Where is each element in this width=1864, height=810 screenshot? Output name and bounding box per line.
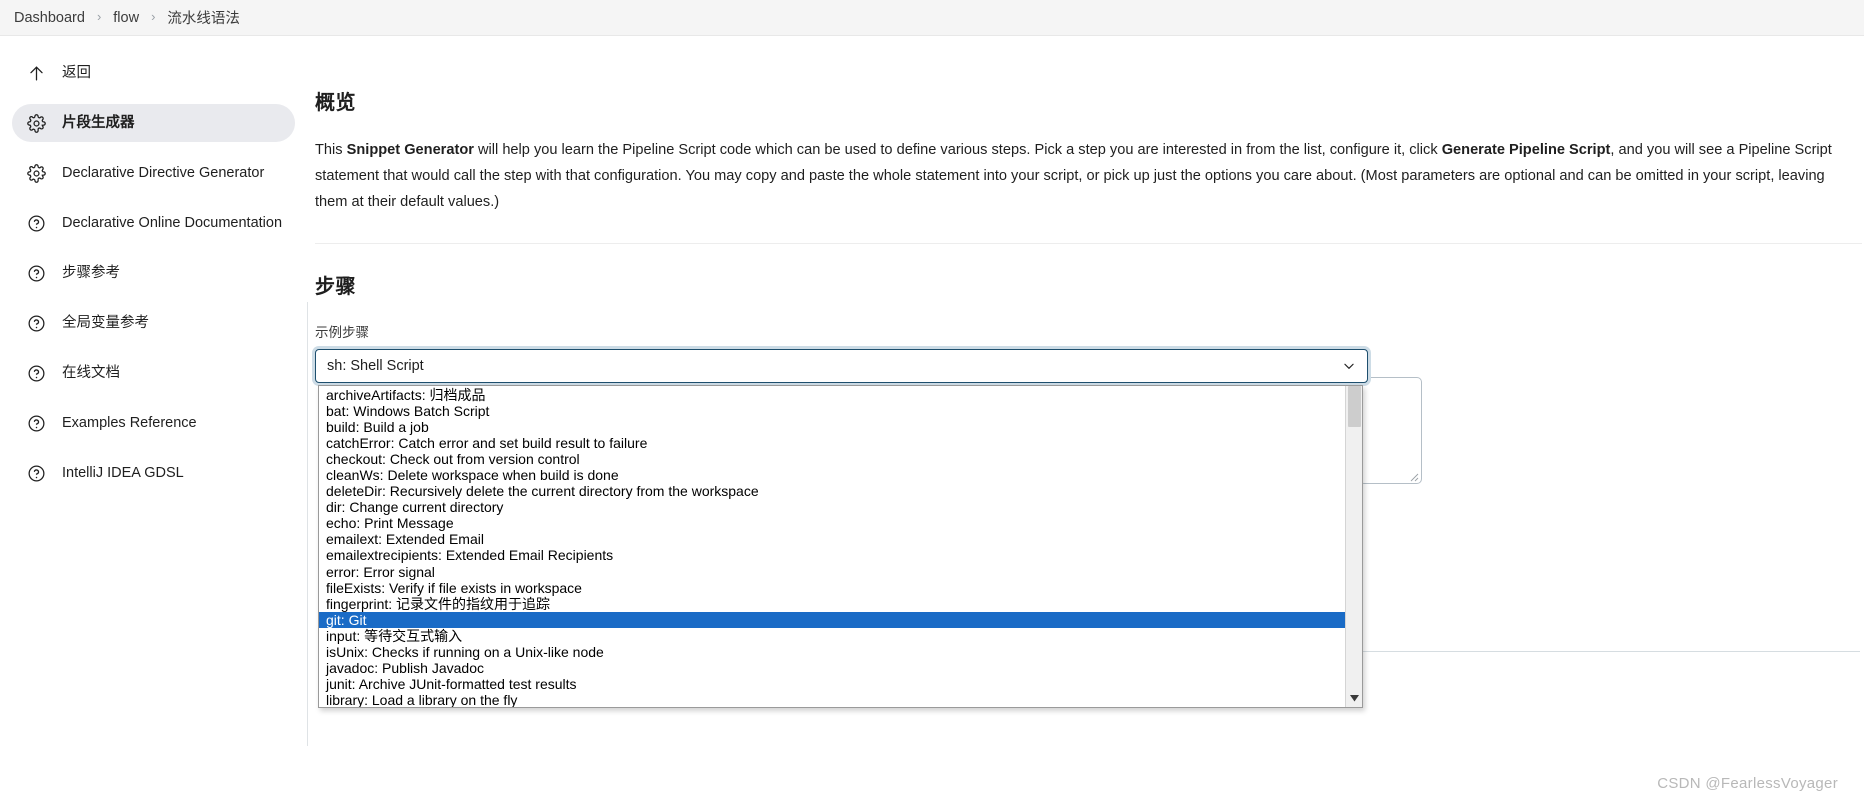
sample-step-select-wrapper: sh: Shell Script archiveArtifacts: 归档成品 … bbox=[315, 349, 1368, 708]
sidebar-item-label: 全局变量参考 bbox=[62, 314, 149, 331]
resize-handle-icon bbox=[1410, 473, 1419, 482]
background-divider bbox=[1320, 651, 1860, 652]
dropdown-option[interactable]: fingerprint: 记录文件的指纹用于追踪 bbox=[319, 596, 1345, 612]
sidebar-item-label: 步骤参考 bbox=[62, 264, 120, 281]
dropdown-option[interactable]: build: Build a job bbox=[319, 419, 1345, 435]
sidebar-item-online-documentation[interactable]: 在线文档 bbox=[12, 354, 295, 392]
overview-text-2: will help you learn the Pipeline Script … bbox=[473, 142, 1442, 158]
gear-icon bbox=[24, 111, 48, 135]
dropdown-option[interactable]: checkout: Check out from version control bbox=[319, 451, 1345, 467]
sidebar-item-label: 返回 bbox=[62, 64, 91, 81]
dropdown-option[interactable]: javadoc: Publish Javadoc bbox=[319, 660, 1345, 676]
chevron-down-icon[interactable] bbox=[1341, 358, 1357, 374]
sidebar-item-label: 片段生成器 bbox=[62, 114, 135, 131]
sidebar: 返回 片段生成器 Declarative Directive Generator bbox=[0, 36, 307, 810]
sidebar-item-label: Declarative Online Documentation bbox=[62, 214, 283, 231]
sample-step-select-value: sh: Shell Script bbox=[327, 358, 424, 374]
breadcrumb-item-pipeline-syntax[interactable]: 流水线语法 bbox=[167, 7, 240, 28]
breadcrumb-item-flow[interactable]: flow bbox=[113, 10, 139, 26]
steps-title: 步骤 bbox=[315, 276, 356, 298]
sidebar-item-label: Declarative Directive Generator bbox=[62, 164, 265, 181]
overview-bold-snippet-generator: Snippet Generator bbox=[346, 142, 474, 158]
triangle-down-icon[interactable] bbox=[1346, 690, 1362, 707]
sidebar-item-back[interactable]: 返回 bbox=[12, 54, 295, 92]
breadcrumb-item-dashboard[interactable]: Dashboard bbox=[14, 10, 85, 26]
breadcrumb-separator-icon: › bbox=[96, 9, 102, 24]
dropdown-option[interactable]: junit: Archive JUnit-formatted test resu… bbox=[319, 676, 1345, 692]
breadcrumb-separator-icon: › bbox=[151, 9, 156, 24]
sidebar-item-intellij-idea-gdsl[interactable]: IntelliJ IDEA GDSL bbox=[12, 454, 295, 492]
dropdown-scrollbar-thumb[interactable] bbox=[1348, 386, 1361, 427]
help-icon bbox=[24, 211, 48, 235]
dropdown-option[interactable]: error: Error signal bbox=[319, 564, 1345, 580]
main-inner: 概览 This Snippet Generator will help you … bbox=[307, 86, 1864, 708]
background-panel-edge bbox=[307, 302, 308, 746]
sidebar-item-label: 在线文档 bbox=[62, 364, 120, 381]
page-title: 概览 bbox=[315, 92, 356, 114]
sidebar-item-snippet-generator[interactable]: 片段生成器 bbox=[12, 104, 295, 142]
page-layout: 返回 片段生成器 Declarative Directive Generator bbox=[0, 36, 1864, 810]
overview-text-1: This bbox=[315, 142, 347, 158]
dropdown-option[interactable]: deleteDir: Recursively delete the curren… bbox=[319, 483, 1345, 499]
sample-step-select[interactable]: sh: Shell Script bbox=[315, 349, 1368, 383]
dropdown-option[interactable]: library: Load a library on the fly bbox=[319, 692, 1345, 707]
arrow-up-icon bbox=[24, 61, 48, 85]
dropdown-option[interactable]: emailext: Extended Email bbox=[319, 531, 1345, 547]
dropdown-option-selected[interactable]: git: Git bbox=[319, 611, 1345, 628]
sidebar-item-global-variable-reference[interactable]: 全局变量参考 bbox=[12, 304, 295, 342]
sample-step-dropdown[interactable]: archiveArtifacts: 归档成品 bat: Windows Batc… bbox=[318, 385, 1363, 708]
help-icon bbox=[24, 361, 48, 385]
gear-icon bbox=[24, 161, 48, 185]
dropdown-option[interactable]: bat: Windows Batch Script bbox=[319, 403, 1345, 419]
dropdown-option[interactable]: isUnix: Checks if running on a Unix-like… bbox=[319, 644, 1345, 660]
overview-paragraph: This Snippet Generator will help you lea… bbox=[315, 137, 1840, 215]
sidebar-item-label: IntelliJ IDEA GDSL bbox=[62, 464, 184, 481]
dropdown-option[interactable]: archiveArtifacts: 归档成品 bbox=[319, 387, 1345, 403]
dropdown-option[interactable]: emailextrecipients: Extended Email Recip… bbox=[319, 547, 1345, 563]
background-textarea[interactable] bbox=[1359, 377, 1422, 484]
sidebar-item-step-reference[interactable]: 步骤参考 bbox=[12, 254, 295, 292]
overview-bold-generate-pipeline-script: Generate Pipeline Script bbox=[1441, 142, 1611, 158]
dropdown-option[interactable]: cleanWs: Delete workspace when build is … bbox=[319, 467, 1345, 483]
help-icon bbox=[24, 261, 48, 285]
section-divider bbox=[315, 243, 1862, 244]
dropdown-option[interactable]: input: 等待交互式输入 bbox=[319, 628, 1345, 644]
sidebar-item-examples-reference[interactable]: Examples Reference bbox=[12, 404, 295, 442]
dropdown-option-list[interactable]: archiveArtifacts: 归档成品 bat: Windows Batc… bbox=[319, 386, 1345, 707]
sidebar-item-declarative-online-documentation[interactable]: Declarative Online Documentation bbox=[12, 204, 295, 242]
help-icon bbox=[24, 411, 48, 435]
dropdown-option[interactable]: catchError: Catch error and set build re… bbox=[319, 435, 1345, 451]
breadcrumb: Dashboard › flow › 流水线语法 bbox=[0, 0, 1864, 36]
sample-step-label: 示例步骤 bbox=[315, 325, 369, 340]
dropdown-option[interactable]: echo: Print Message bbox=[319, 515, 1345, 531]
dropdown-scrollbar[interactable] bbox=[1345, 386, 1362, 707]
main-content: 概览 This Snippet Generator will help you … bbox=[307, 36, 1864, 810]
sidebar-item-declarative-directive-generator[interactable]: Declarative Directive Generator bbox=[12, 154, 295, 192]
sidebar-item-label: Examples Reference bbox=[62, 414, 197, 431]
watermark: CSDN @FearlessVoyager bbox=[1657, 775, 1838, 792]
help-icon bbox=[24, 461, 48, 485]
dropdown-option[interactable]: dir: Change current directory bbox=[319, 499, 1345, 515]
help-icon bbox=[24, 311, 48, 335]
dropdown-option[interactable]: fileExists: Verify if file exists in wor… bbox=[319, 580, 1345, 596]
